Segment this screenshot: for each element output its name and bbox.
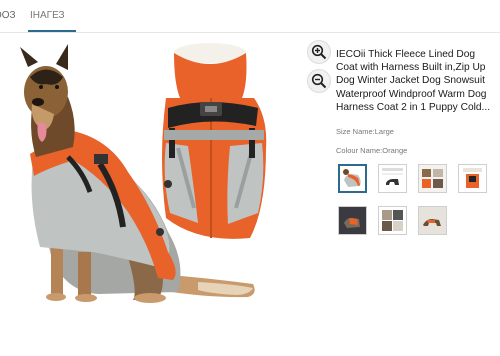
product-title: IECOii Thick Fleece Lined Dog Coat with … bbox=[336, 49, 491, 113]
thumbnail-night-walk[interactable] bbox=[338, 206, 367, 235]
zoom-in-icon bbox=[311, 44, 327, 60]
zoom-in-button[interactable] bbox=[307, 40, 331, 64]
thumbnail-size-chart[interactable] bbox=[378, 164, 407, 193]
colour-label: Colour Name: bbox=[336, 146, 383, 155]
product-image-gallery bbox=[0, 32, 300, 322]
thumbnail-detail-grid[interactable] bbox=[378, 206, 407, 235]
tab-images[interactable]: ІНАГЕЗ bbox=[30, 10, 65, 21]
thumbnail-dog-wearing-coat[interactable] bbox=[338, 164, 367, 193]
top-tab-bar: ООЗ ІНАГЕЗ bbox=[0, 0, 500, 33]
size-value: Large bbox=[374, 127, 394, 136]
colour-attribute: Colour Name:Orange bbox=[336, 146, 407, 155]
colour-value: Orange bbox=[382, 146, 408, 155]
zoom-out-button[interactable] bbox=[307, 69, 331, 93]
coat-product-image[interactable] bbox=[158, 38, 278, 248]
size-attribute: Size Name:Large bbox=[336, 127, 394, 136]
tab-partial-left[interactable]: ООЗ bbox=[0, 10, 16, 21]
size-label: Size Name: bbox=[336, 127, 375, 136]
product-info: IECOii Thick Fleece Lined Dog Coat with … bbox=[336, 48, 494, 114]
zoom-out-icon bbox=[311, 73, 327, 89]
thumbnail-features[interactable] bbox=[418, 164, 447, 193]
thumbnail-dog-outdoors[interactable] bbox=[418, 206, 447, 235]
thumbnail-coat-closeup[interactable] bbox=[458, 164, 487, 193]
